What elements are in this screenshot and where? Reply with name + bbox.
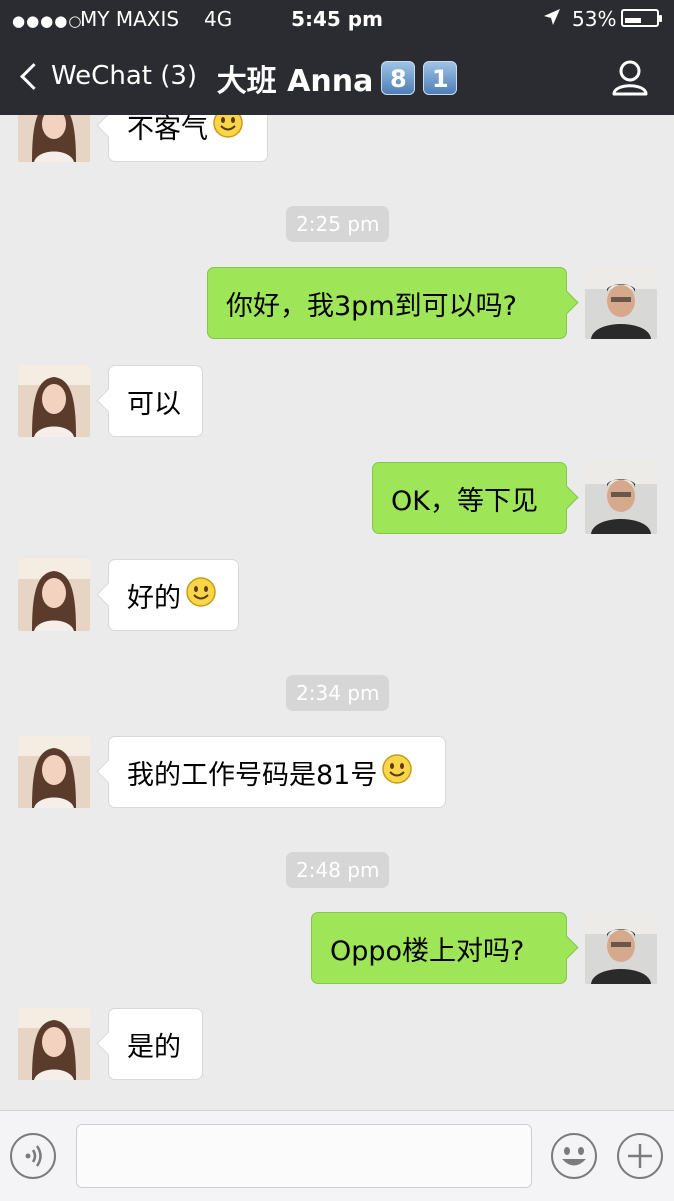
message-text: 好的 xyxy=(127,582,181,614)
message-input[interactable] xyxy=(76,1124,532,1188)
contact-avatar[interactable] xyxy=(18,736,90,808)
message-text: 是的 xyxy=(127,1031,181,1063)
location-arrow-icon xyxy=(542,7,562,32)
my-avatar[interactable] xyxy=(585,267,657,339)
voice-input-button[interactable] xyxy=(9,1132,57,1180)
title-badge-2: 1 xyxy=(423,61,458,95)
plus-icon xyxy=(617,1133,663,1179)
more-options-button[interactable] xyxy=(616,1132,664,1180)
message-bubble-received[interactable]: 好的 xyxy=(108,559,239,631)
contact-avatar[interactable] xyxy=(18,115,90,162)
message-bubble-sent[interactable]: OK，等下见 xyxy=(372,462,567,534)
chat-info-button[interactable] xyxy=(610,58,650,98)
contact-avatar[interactable] xyxy=(18,559,90,631)
message-text: 我的工作号码是81号 xyxy=(127,759,378,791)
person-icon xyxy=(612,60,648,96)
my-avatar[interactable] xyxy=(585,462,657,534)
message-list[interactable]: 不客气 2:25 pm 你好，我3pm到可以吗? 可以 OK，等下见 好的 2:… xyxy=(0,115,674,1110)
chat-title: 大班 Anna 8 1 xyxy=(0,56,674,100)
battery-percent: 53% xyxy=(572,7,617,31)
message-text: 可以 xyxy=(127,388,181,420)
message-text: Oppo楼上对吗? xyxy=(330,935,525,967)
emoji-icon xyxy=(551,1133,597,1179)
battery-icon xyxy=(621,9,662,27)
message-bubble-received[interactable]: 不客气 xyxy=(108,115,268,162)
message-text: 你好，我3pm到可以吗? xyxy=(226,290,517,322)
battery-level-fill xyxy=(625,18,641,23)
chat-title-text: 大班 Anna xyxy=(216,64,374,99)
message-bubble-received[interactable]: 是的 xyxy=(108,1008,203,1080)
smile-icon xyxy=(185,576,217,615)
message-text: OK，等下见 xyxy=(391,485,538,517)
timestamp: 2:34 pm xyxy=(286,675,390,711)
nav-bar: WeChat (3) 大班 Anna 8 1 xyxy=(0,38,674,115)
voice-icon xyxy=(10,1133,56,1179)
smile-icon xyxy=(212,115,244,146)
emoji-button[interactable] xyxy=(550,1132,598,1180)
timestamp: 2:25 pm xyxy=(286,206,390,242)
message-bubble-sent[interactable]: Oppo楼上对吗? xyxy=(311,912,567,984)
message-bubble-received[interactable]: 可以 xyxy=(108,365,203,437)
input-toolbar xyxy=(0,1110,674,1201)
message-bubble-received[interactable]: 我的工作号码是81号 xyxy=(108,736,446,808)
chat-header: ●●●●○ MY MAXIS 4G 5:45 pm 53% WeChat (3)… xyxy=(0,0,674,115)
smile-icon xyxy=(381,753,413,792)
contact-avatar[interactable] xyxy=(18,1008,90,1080)
message-bubble-sent[interactable]: 你好，我3pm到可以吗? xyxy=(207,267,567,339)
timestamp: 2:48 pm xyxy=(286,852,390,888)
status-bar: ●●●●○ MY MAXIS 4G 5:45 pm 53% xyxy=(0,0,674,38)
message-text: 不客气 xyxy=(127,115,208,145)
contact-avatar[interactable] xyxy=(18,365,90,437)
title-badge-1: 8 xyxy=(381,61,416,95)
my-avatar[interactable] xyxy=(585,912,657,984)
